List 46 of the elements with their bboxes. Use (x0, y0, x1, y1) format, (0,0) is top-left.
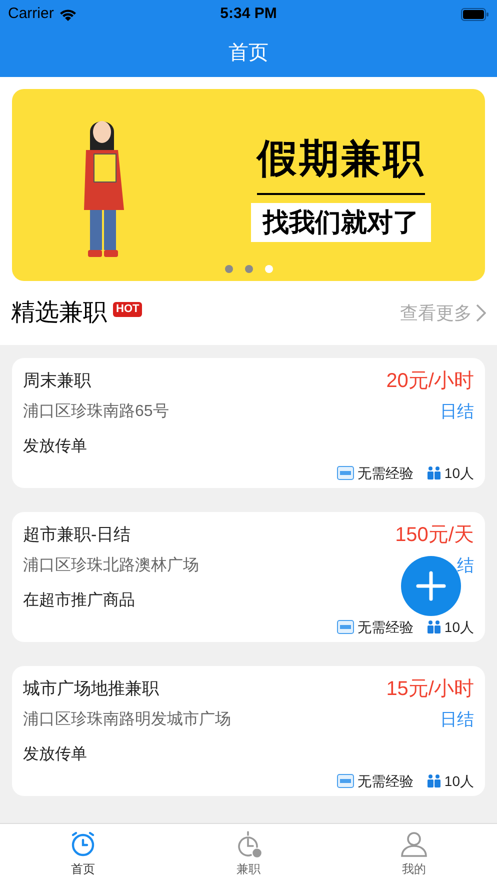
job-description: 发放传单 (23, 745, 87, 765)
headcount-label: 10人 (444, 464, 474, 482)
hot-badge: HOT (113, 302, 142, 316)
job-title: 城市广场地推兼职 (23, 678, 159, 700)
people-icon (427, 620, 442, 634)
job-pay: 20元/小时 (386, 369, 474, 394)
wifi-icon (58, 8, 77, 20)
headcount-label: 10人 (444, 772, 474, 790)
exp-tag-icon (337, 466, 354, 480)
plus-icon (416, 571, 446, 601)
job-address: 浦口区珍珠南路65号 (23, 402, 169, 422)
people-icon (427, 774, 442, 788)
headcount-label: 10人 (444, 618, 474, 636)
job-description: 在超市推广商品 (23, 590, 135, 611)
experience-label: 无需经验 (357, 618, 414, 636)
job-description: 发放传单 (23, 437, 87, 457)
time-label: 5:34 PM (220, 4, 277, 24)
job-card[interactable]: 周末兼职 20元/小时 浦口区珍珠南路65号 日结 发放传单 无需经验 10人 (12, 358, 485, 488)
experience-label: 无需经验 (357, 464, 414, 482)
carrier-label: Carrier (8, 4, 54, 24)
promo-banner[interactable]: 假期兼职 找我们就对了 (12, 89, 485, 281)
experience-label: 无需经验 (357, 772, 414, 790)
tab-bar-item[interactable]: 首页 (0, 824, 166, 883)
job-address: 浦口区珍珠南路明发城市广场 (23, 710, 231, 730)
banner-subline: 找我们就对了 (251, 202, 431, 242)
tab-bar-item[interactable]: 我的 (331, 824, 497, 883)
battery-icon (461, 8, 489, 20)
people-icon (427, 466, 442, 480)
tab-bar-item[interactable]: 兼职 (166, 824, 332, 883)
job-card[interactable]: 城市广场地推兼职 15元/小时 浦口区珍珠南路明发城市广场 日结 发放传单 无需经验 10人 (12, 666, 485, 796)
job-card[interactable]: 超市兼职-日结 150元/天 浦口区珍珠北路澳林广场 结 在超市推广商品 无需经验 10人 (12, 512, 485, 642)
page-title: 首页 (228, 40, 268, 66)
job-pay: 150元/天 (395, 523, 474, 548)
person-icon (400, 830, 428, 858)
settlement-label: 日结 (440, 401, 474, 424)
exp-tag-icon (337, 620, 354, 634)
settlement-label: 结 (457, 555, 474, 578)
settlement-label: 日结 (440, 709, 474, 732)
job-title: 超市兼职-日结 (23, 524, 131, 546)
chevron-right-icon (476, 304, 486, 322)
banner-headline: 假期兼职 (257, 128, 425, 194)
exp-tag-icon (337, 774, 354, 788)
job-pay: 15元/小时 (386, 677, 474, 702)
section-title: 精选兼职 (11, 298, 107, 328)
job-title: 周末兼职 (23, 370, 91, 392)
job-address: 浦口区珍珠北路澳林广场 (23, 556, 199, 576)
